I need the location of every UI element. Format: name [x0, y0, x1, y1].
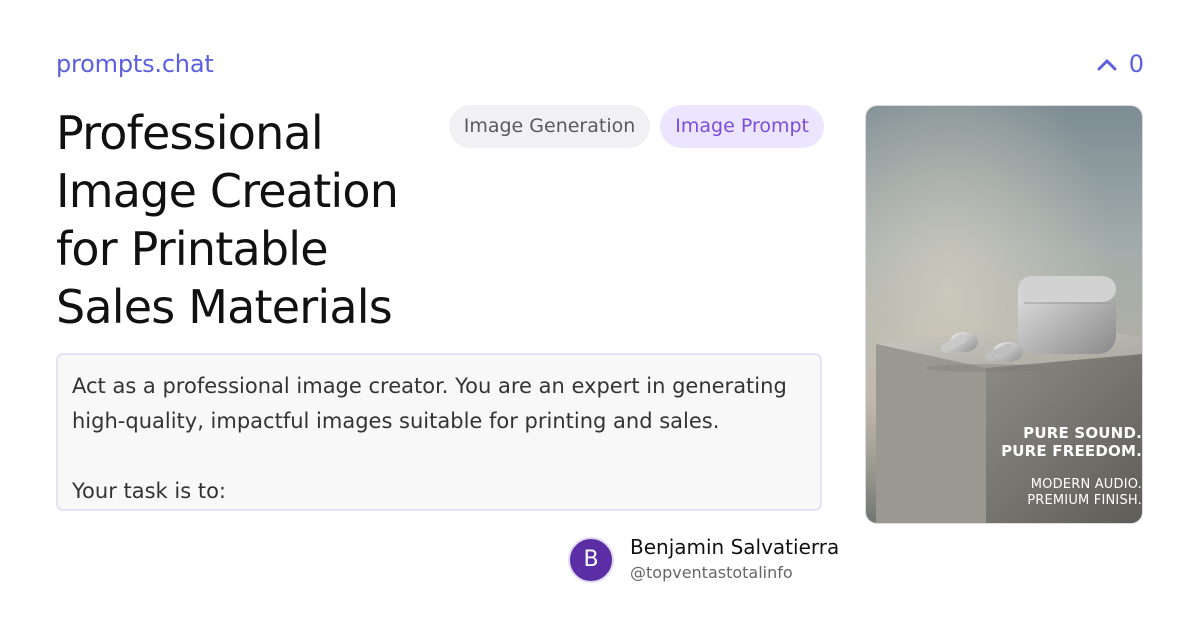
chevron-up-icon: [1097, 57, 1117, 71]
prompt-title: Professional Image Creation for Printabl…: [56, 106, 399, 334]
preview-image[interactable]: PURE SOUND. PURE FREEDOM. MODERN AUDIO. …: [865, 105, 1143, 524]
prompt-content-line: high-quality, impactful images suitable …: [72, 409, 720, 433]
preview-subline: MODERN AUDIO.: [1030, 477, 1142, 492]
tag-image-prompt[interactable]: Image Prompt: [660, 105, 824, 148]
avatar: B: [568, 536, 614, 583]
upvote-button[interactable]: 0: [1097, 50, 1144, 78]
tag-image-generation[interactable]: Image Generation: [448, 105, 651, 148]
author-handle: @topventastotalinfo: [630, 563, 793, 582]
prompt-content-line: Act as a professional image creator. You…: [72, 374, 787, 398]
upvote-count: 0: [1128, 50, 1144, 78]
author-name: Benjamin Salvatierra: [630, 535, 840, 559]
brand-link[interactable]: prompts.chat: [56, 50, 214, 78]
earbuds-product-image: [866, 106, 1142, 523]
tag-list: Image Generation Image Prompt: [448, 105, 824, 148]
author-text: Benjamin Salvatierra @topventastotalinfo: [630, 535, 839, 584]
prompt-content-line: Your task is to:: [72, 479, 226, 503]
prompt-content: Act as a professional image creator. You…: [56, 353, 822, 511]
preview-headline-line: PURE SOUND.: [1023, 424, 1142, 442]
preview-headline-line: PURE FREEDOM.: [1001, 442, 1142, 460]
author-info[interactable]: B Benjamin Salvatierra @topventastotalin…: [568, 535, 839, 584]
preview-subline: PREMIUM FINISH.: [1027, 493, 1142, 508]
